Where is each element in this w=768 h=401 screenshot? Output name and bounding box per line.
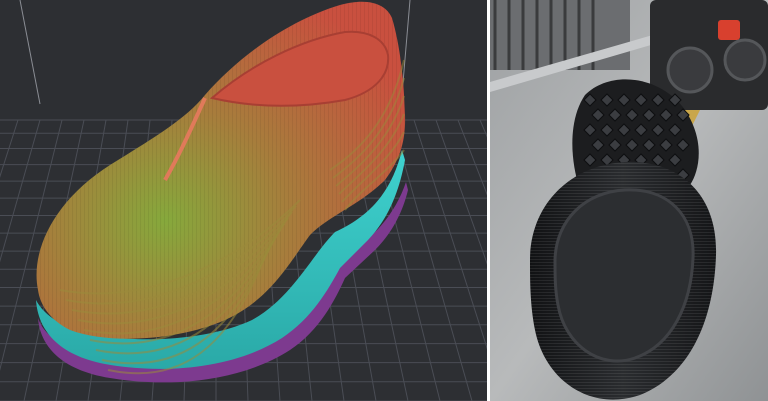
printer-photo <box>490 0 768 401</box>
fan-icon <box>666 46 714 94</box>
slicer-preview-panel <box>0 0 487 401</box>
printer-frame <box>490 0 630 70</box>
image-frame <box>0 0 768 401</box>
fan-icon <box>723 38 767 82</box>
slicer-viewport <box>0 0 487 401</box>
printer-photo-panel <box>490 0 768 401</box>
